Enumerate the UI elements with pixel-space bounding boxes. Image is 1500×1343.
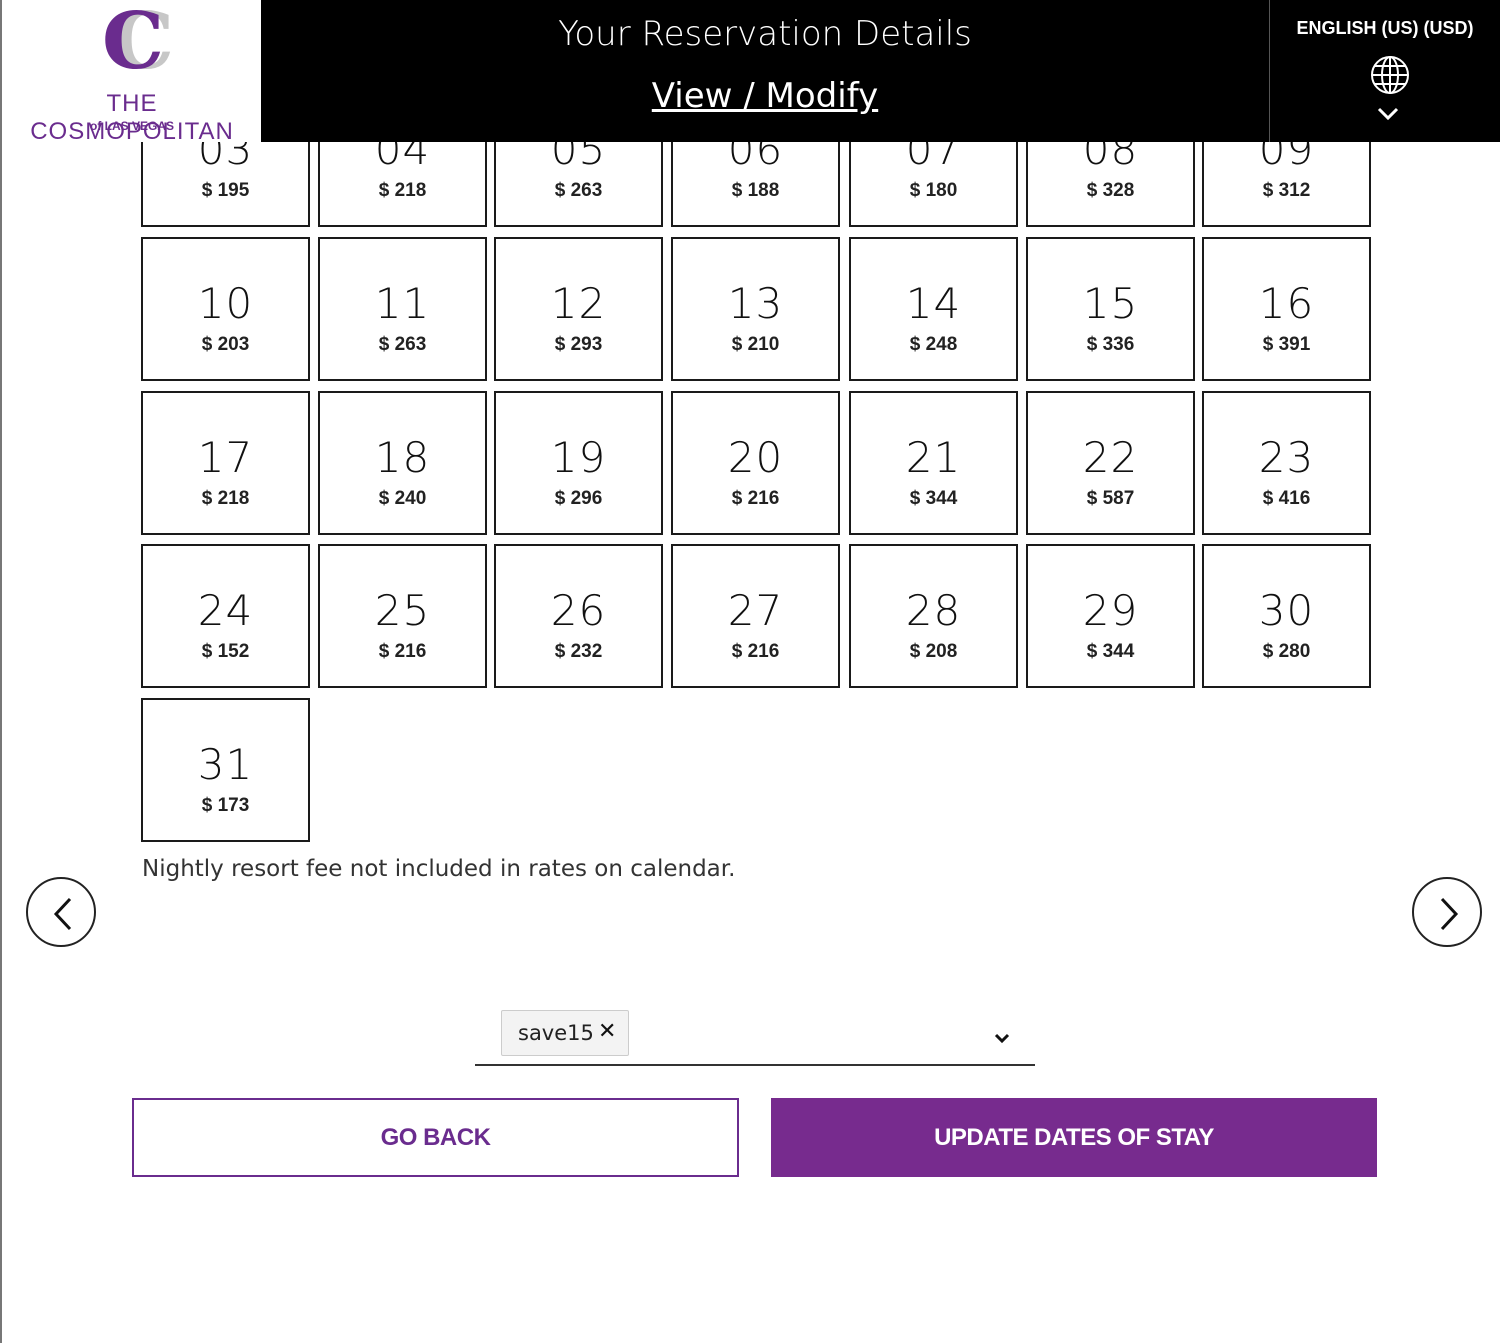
- promo-code-value: save15: [518, 1021, 594, 1045]
- calendar-day-price: $ 232: [554, 641, 603, 662]
- close-icon[interactable]: ✕: [598, 1019, 618, 1044]
- calendar-day-price: $ 296: [554, 488, 603, 509]
- calendar-day-price: $ 240: [378, 488, 427, 509]
- arrow-left-icon: [53, 897, 72, 931]
- language-label: ENGLISH (US) (USD): [1296, 18, 1474, 38]
- logo-mark: C: [101, 0, 165, 87]
- calendar-day-number: 30: [1258, 586, 1315, 635]
- go-back-button[interactable]: GO BACK: [132, 1098, 739, 1177]
- calendar-day[interactable]: 23 $ 416: [1202, 391, 1371, 535]
- calendar-day-price: $ 391: [1262, 334, 1311, 355]
- chevron-down-icon: [1377, 107, 1399, 121]
- calendar-day-number: 27: [727, 586, 784, 635]
- calendar-day[interactable]: 12 $ 293: [494, 237, 663, 381]
- calendar-day-number: 31: [197, 740, 254, 789]
- calendar-day-number: 24: [197, 586, 254, 635]
- header-main: Your Reservation Details View / Modify: [261, 0, 1269, 142]
- calendar-day-price: $ 416: [1262, 488, 1311, 509]
- calendar-day[interactable]: 10 $ 203: [141, 237, 310, 381]
- calendar-day[interactable]: 25 $ 216: [318, 544, 487, 688]
- promo-code-select[interactable]: save15 ✕: [475, 1004, 1035, 1066]
- calendar-day-number: 23: [1258, 433, 1315, 482]
- calendar-day-price: $ 248: [909, 334, 958, 355]
- calendar-day-price: $ 263: [378, 334, 427, 355]
- calendar-day[interactable]: 18 $ 240: [318, 391, 487, 535]
- calendar-day-number: 22: [1082, 433, 1139, 482]
- next-month-button[interactable]: [1412, 877, 1482, 947]
- calendar-day-number: 10: [197, 279, 254, 328]
- logo[interactable]: C C THE COSMOPOLITAN of LAS VEGAS: [2, 0, 261, 145]
- promo-code-chip: save15 ✕: [501, 1010, 629, 1056]
- calendar-day-price: $ 195: [201, 180, 250, 201]
- calendar-day-price: $ 216: [731, 488, 780, 509]
- calendar-day-price: $ 180: [909, 180, 958, 201]
- calendar-day[interactable]: 13 $ 210: [671, 237, 840, 381]
- view-modify-link[interactable]: View / Modify: [261, 76, 1269, 116]
- calendar-day[interactable]: 29 $ 344: [1026, 544, 1195, 688]
- calendar-day[interactable]: 27 $ 216: [671, 544, 840, 688]
- calendar-day[interactable]: 28 $ 208: [849, 544, 1018, 688]
- calendar-day-price: $ 336: [1086, 334, 1135, 355]
- calendar-day-price: $ 312: [1262, 180, 1311, 201]
- calendar-day-number: 15: [1082, 279, 1139, 328]
- calendar-day[interactable]: 16 $ 391: [1202, 237, 1371, 381]
- language-selector[interactable]: ENGLISH (US) (USD): [1269, 0, 1500, 142]
- calendar-day-price: $ 218: [201, 488, 250, 509]
- calendar-day-price: $ 344: [909, 488, 958, 509]
- calendar-day-price: $ 344: [1086, 641, 1135, 662]
- resort-fee-note: Nightly resort fee not included in rates…: [142, 856, 736, 882]
- calendar-day-number: 11: [374, 279, 431, 328]
- calendar-day-price: $ 208: [909, 641, 958, 662]
- calendar-day-price: $ 293: [554, 334, 603, 355]
- calendar-day-price: $ 152: [201, 641, 250, 662]
- calendar-day-price: $ 216: [378, 641, 427, 662]
- calendar-day-price: $ 587: [1086, 488, 1135, 509]
- page-title: Your Reservation Details: [558, 14, 972, 54]
- calendar-day-price: $ 216: [731, 641, 780, 662]
- calendar-day-price: $ 328: [1086, 180, 1135, 201]
- calendar-day-number: 21: [905, 433, 962, 482]
- calendar-day-price: $ 210: [731, 334, 780, 355]
- chevron-down-icon[interactable]: [992, 1030, 1012, 1046]
- calendar-day[interactable]: 14 $ 248: [849, 237, 1018, 381]
- calendar-day[interactable]: 30 $ 280: [1202, 544, 1371, 688]
- calendar-day[interactable]: 26 $ 232: [494, 544, 663, 688]
- calendar-day[interactable]: 11 $ 263: [318, 237, 487, 381]
- calendar-day[interactable]: 20 $ 216: [671, 391, 840, 535]
- calendar-day-price: $ 203: [201, 334, 250, 355]
- calendar-day-price: $ 173: [201, 795, 250, 816]
- calendar-day[interactable]: 31 $ 173: [141, 698, 310, 842]
- calendar-day[interactable]: 19 $ 296: [494, 391, 663, 535]
- calendar-day[interactable]: 17 $ 218: [141, 391, 310, 535]
- calendar-day-number: 16: [1258, 279, 1315, 328]
- calendar-day[interactable]: 24 $ 152: [141, 544, 310, 688]
- calendar-day[interactable]: 15 $ 336: [1026, 237, 1195, 381]
- calendar-day-number: 13: [727, 279, 784, 328]
- logo-subtitle: of LAS VEGAS: [89, 119, 174, 133]
- calendar-day-number: 12: [550, 279, 607, 328]
- calendar-day-number: 28: [905, 586, 962, 635]
- update-dates-button[interactable]: UPDATE DATES OF STAY: [771, 1098, 1377, 1177]
- calendar-day-price: $ 188: [731, 180, 780, 201]
- calendar-day-number: 18: [374, 433, 431, 482]
- calendar-day-price: $ 218: [378, 180, 427, 201]
- arrow-right-icon: [1440, 897, 1459, 931]
- calendar-day-price: $ 263: [554, 180, 603, 201]
- calendar-day-price: $ 280: [1262, 641, 1311, 662]
- globe-icon: [1371, 56, 1409, 94]
- calendar-day-number: 19: [550, 433, 607, 482]
- calendar-day-number: 17: [197, 433, 254, 482]
- calendar-day[interactable]: 22 $ 587: [1026, 391, 1195, 535]
- calendar-day-number: 25: [374, 586, 431, 635]
- calendar-day-number: 29: [1082, 586, 1139, 635]
- calendar-day[interactable]: 21 $ 344: [849, 391, 1018, 535]
- previous-month-button[interactable]: [26, 877, 96, 947]
- header: C C THE COSMOPOLITAN of LAS VEGAS Your R…: [0, 0, 1500, 145]
- calendar-day-number: 14: [905, 279, 962, 328]
- calendar-day-number: 26: [550, 586, 607, 635]
- calendar-day-number: 20: [727, 433, 784, 482]
- logo-name: THE COSMOPOLITAN: [30, 90, 234, 145]
